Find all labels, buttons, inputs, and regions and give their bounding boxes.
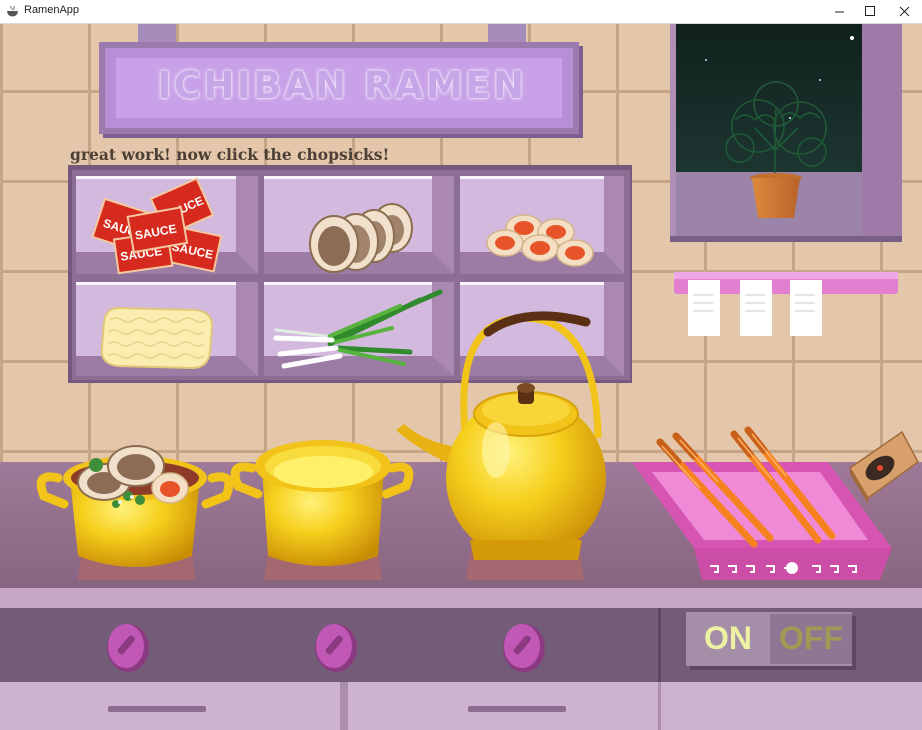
drawer-handle[interactable] [468,706,566,712]
burner-knob[interactable] [503,624,545,672]
maximize-button[interactable] [853,0,887,23]
burner-knob[interactable] [315,624,357,672]
cabinet-divider [658,682,661,730]
on-button[interactable]: ON [704,620,752,657]
off-button[interactable]: OFF [779,620,843,657]
title-bar: RamenApp [0,0,922,24]
ramen-bowl-icon [7,5,18,17]
minimize-button[interactable] [822,0,856,23]
dried-noodle-block[interactable] [100,306,214,370]
game-scene: SAUCE SAUCE SAUCE SAUCE SAUCE ICHIBAN RA… [0,24,922,730]
drawer-handle[interactable] [108,706,206,712]
window-title: RamenApp [24,4,80,16]
star [705,59,707,61]
close-button[interactable] [888,0,922,23]
app-window: RamenApp SAUCE SAUCE SAUCE SAUCE SAUCE I… [0,0,922,730]
close-icon [899,6,910,17]
star [819,79,821,81]
burner-knob[interactable] [107,624,149,672]
hint-text: great work! now click the chopsicks! [70,145,390,164]
star [789,117,791,119]
maximize-icon [865,6,875,16]
night-window [670,24,902,242]
sign-title: ICHIBAN RAMEN [157,64,527,107]
star [850,36,854,40]
cabinet-divider [340,682,348,730]
counter-edge [0,588,922,608]
minimize-icon [835,11,844,13]
